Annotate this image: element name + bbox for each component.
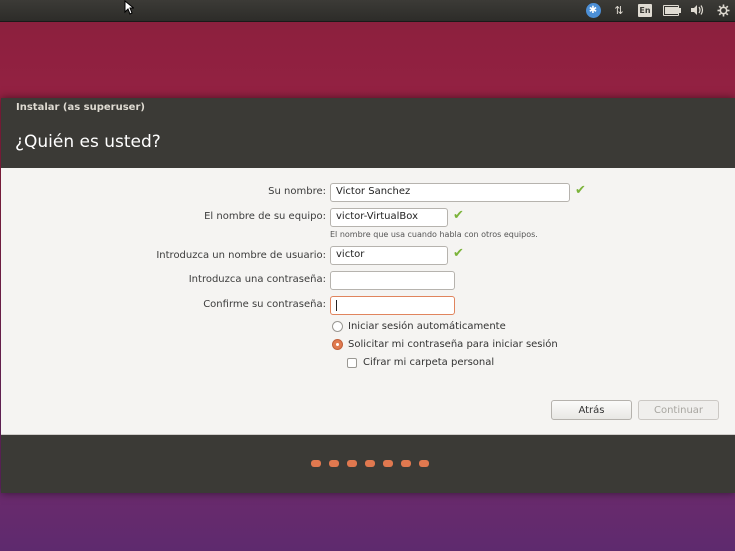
window-header: Instalar (as superuser) ¿Quién es usted? [1,98,735,168]
auto-login-option[interactable]: Iniciar sesión automáticamente [332,321,506,332]
progress-dot [419,460,429,467]
progress-dot [383,460,393,467]
name-field[interactable]: Victor Sanchez [330,183,570,202]
username-field[interactable]: victor [330,246,448,265]
encrypt-home-option[interactable]: Cifrar mi carpeta personal [347,357,494,368]
encrypt-home-checkbox[interactable] [347,357,357,368]
computer-name-hint: El nombre que usa cuando habla con otros… [330,230,538,239]
computer-name-field[interactable]: victor-VirtualBox [330,208,448,227]
require-password-label: Solicitar mi contraseña para iniciar ses… [348,339,558,350]
require-password-radio[interactable] [332,339,343,350]
name-valid-check-icon: ✔ [575,183,586,198]
name-label: Su nombre: [268,186,326,197]
window-footer [1,435,735,493]
installer-window: Instalar (as superuser) ¿Quién es usted?… [1,98,735,493]
progress-dot [347,460,357,467]
progress-dot [329,460,339,467]
back-button[interactable]: Atrás [551,400,632,420]
system-gear-icon[interactable] [715,2,731,18]
confirm-password-label: Confirme su contraseña: [203,299,326,310]
window-title: Instalar (as superuser) [16,102,145,113]
mouse-cursor-icon [124,0,134,15]
user-form: Su nombre: Victor Sanchez ✔ El nombre de… [1,168,735,435]
encrypt-home-label: Cifrar mi carpeta personal [363,357,495,368]
password-label: Introduzca una contraseña: [188,274,326,285]
progress-dot [311,460,321,467]
battery-icon[interactable] [663,2,681,18]
confirm-password-field[interactable] [330,296,455,315]
username-valid-check-icon: ✔ [453,246,464,261]
username-label: Introduzca un nombre de usuario: [156,250,326,261]
require-password-option[interactable]: Solicitar mi contraseña para iniciar ses… [332,339,558,350]
password-field[interactable] [330,271,455,290]
progress-dot [401,460,411,467]
volume-icon[interactable] [689,2,705,18]
text-caret [336,300,337,311]
page-title: ¿Quién es usted? [15,132,161,152]
auto-login-radio[interactable] [332,321,343,332]
continue-button[interactable]: Continuar [638,400,719,420]
auto-login-label: Iniciar sesión automáticamente [348,321,506,332]
network-arrows-icon[interactable]: ⇅ [611,2,627,18]
keyboard-language-icon[interactable]: En [637,2,653,18]
top-panel: ✱ ⇅ En [0,0,735,22]
computer-name-label: El nombre de su equipo: [204,211,326,222]
progress-dots [311,460,429,467]
accessibility-icon[interactable]: ✱ [585,2,601,18]
computer-name-valid-check-icon: ✔ [453,208,464,223]
progress-dot [365,460,375,467]
